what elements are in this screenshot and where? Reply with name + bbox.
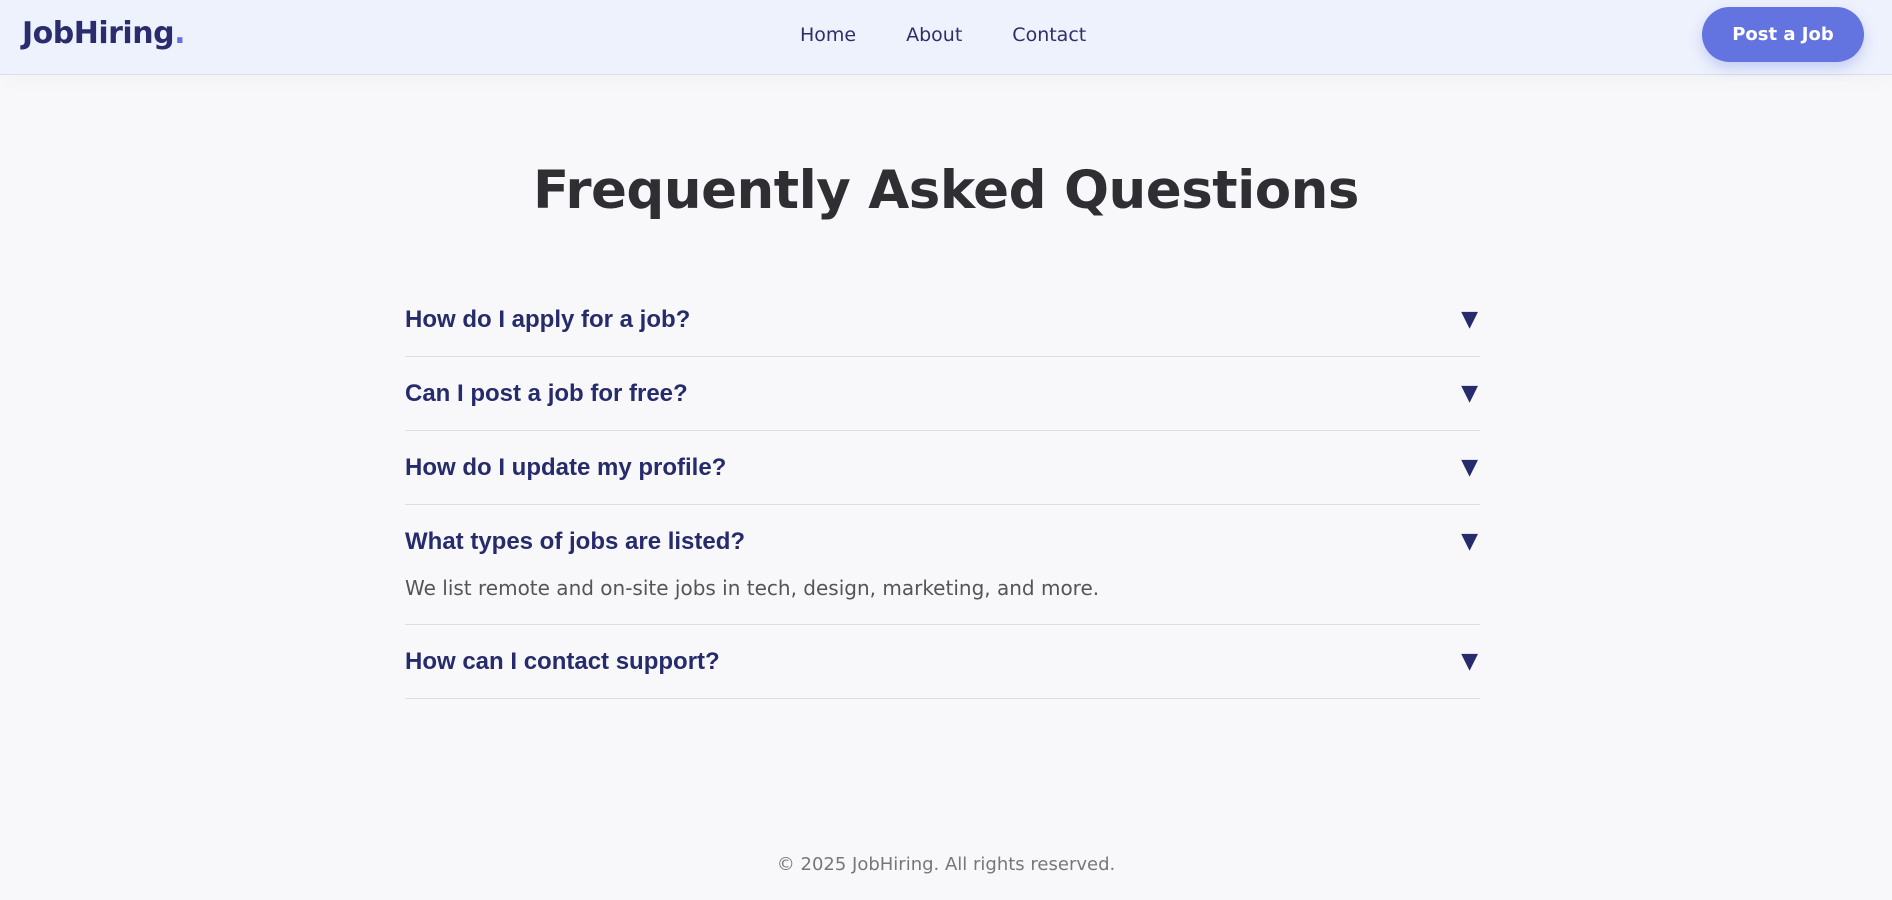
nav-link-about[interactable]: About bbox=[906, 24, 962, 46]
chevron-down-icon[interactable]: ▼ bbox=[1461, 455, 1478, 480]
faq-list: How do I apply for a job? ▼ Can I post a… bbox=[405, 283, 1480, 699]
faq-question: How do I apply for a job? bbox=[405, 305, 691, 333]
chevron-down-icon[interactable]: ▼ bbox=[1461, 529, 1478, 554]
nav-link-contact[interactable]: Contact bbox=[1012, 24, 1086, 46]
faq-question-toggle[interactable]: How can I contact support? ▼ bbox=[405, 625, 1480, 698]
faq-item: How can I contact support? ▼ bbox=[405, 625, 1480, 699]
chevron-down-icon[interactable]: ▼ bbox=[1461, 381, 1478, 406]
page-title: Frequently Asked Questions bbox=[533, 160, 1359, 221]
navbar: JobHiring. Home About Contact Post a Job bbox=[0, 0, 1892, 75]
chevron-down-icon[interactable]: ▼ bbox=[1461, 307, 1478, 332]
faq-question: How do I update my profile? bbox=[405, 453, 727, 481]
faq-item-open: What types of jobs are listed? ▼ We list… bbox=[405, 505, 1480, 625]
nav-links: Home About Contact bbox=[800, 24, 1086, 46]
faq-question: Can I post a job for free? bbox=[405, 379, 688, 407]
faq-item: Can I post a job for free? ▼ bbox=[405, 357, 1480, 431]
logo-text: JobHiring bbox=[22, 16, 175, 51]
faq-answer: We list remote and on-site jobs in tech,… bbox=[405, 576, 1100, 600]
logo[interactable]: JobHiring. bbox=[22, 16, 185, 51]
faq-item: How do I apply for a job? ▼ bbox=[405, 283, 1480, 357]
chevron-down-icon[interactable]: ▼ bbox=[1461, 649, 1478, 674]
faq-question-toggle[interactable]: Can I post a job for free? ▼ bbox=[405, 357, 1480, 430]
faq-question-toggle[interactable]: How do I apply for a job? ▼ bbox=[405, 283, 1480, 356]
footer-copyright: © 2025 JobHiring. All rights reserved. bbox=[776, 854, 1116, 875]
nav-link-home[interactable]: Home bbox=[800, 24, 856, 46]
logo-dot: . bbox=[174, 16, 185, 51]
faq-question-toggle[interactable]: How do I update my profile? ▼ bbox=[405, 431, 1480, 504]
faq-question-toggle[interactable]: What types of jobs are listed? ▼ bbox=[405, 505, 1480, 578]
post-a-job-button[interactable]: Post a Job bbox=[1702, 7, 1864, 62]
faq-item: How do I update my profile? ▼ bbox=[405, 431, 1480, 505]
faq-question: How can I contact support? bbox=[405, 647, 720, 675]
faq-question: What types of jobs are listed? bbox=[405, 527, 746, 555]
